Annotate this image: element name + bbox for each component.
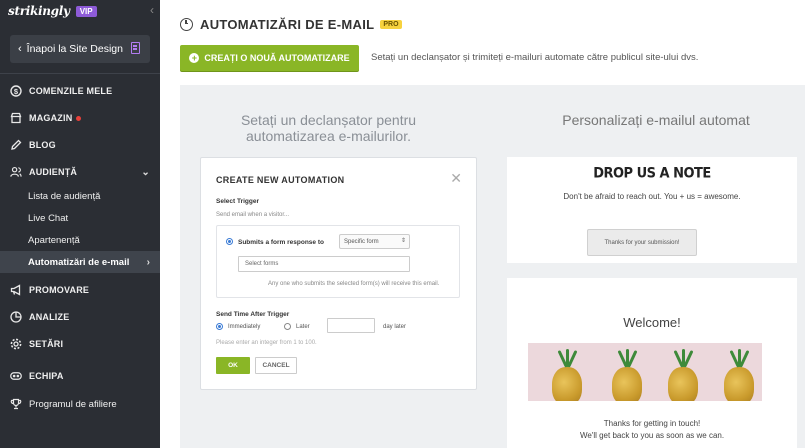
welcome-line-1: Thanks for getting in touch! [603,419,701,428]
sidebar-item-label: BLOG [29,140,56,150]
site-design-icon [131,42,140,54]
cancel-button[interactable]: CANCEL [255,357,297,374]
sidebar-item-blog[interactable]: BLOG [0,134,160,156]
forms-placeholder: Select forms [245,261,279,267]
create-automation-modal: CREATE NEW AUTOMATION ✕ Select Trigger S… [200,157,477,390]
send-when-hint: Send email when a visitor... [216,212,290,218]
trigger-box: Submits a form response to Specific form… [216,225,460,298]
create-automation-button[interactable]: + CREAȚI O NOUĂ AUTOMATIZARE [180,45,359,71]
sidebar-item-live-chat[interactable]: Live Chat [0,207,160,229]
sidebar-item-team[interactable]: ECHIPA [0,365,160,387]
customize-heading: Personalizați e-mailul automat [562,112,750,128]
sidebar-item-label: MAGAZIN [29,113,73,123]
sidebar-item-label: PROMOVARE [29,285,90,295]
ok-button[interactable]: OK [216,357,250,374]
create-description: Setați un declanșator și trimiteți e-mai… [371,52,699,63]
sidebar-item-label: AUDIENȚĂ [29,167,78,177]
sidebar-item-affiliate-program[interactable]: Programul de afiliere [0,393,160,415]
modal-title: CREATE NEW AUTOMATION [216,175,345,185]
form-response-label: Submits a form response to [238,239,324,246]
back-to-site-design-button[interactable]: ‹ Înapoi la Site Design [10,35,150,63]
sidebar-item-label: SETĂRI [29,339,64,349]
trigger-heading: Setați un declanșator pentru automatizar… [240,112,417,144]
sidebar-item-store[interactable]: MAGAZIN [0,107,160,129]
email-preview-note[interactable]: DROP US A NOTE Don't be afraid to reach … [507,157,797,263]
megaphone-icon [10,284,22,296]
later-radio[interactable] [284,323,291,330]
collapse-sidebar-icon[interactable]: ‹ [150,3,154,17]
submission-button: Thanks for your submission! [587,229,697,256]
trophy-icon [10,398,22,410]
plus-icon: + [189,53,200,63]
sidebar-item-label: COMENZILE MELE [29,86,113,96]
page-header: AUTOMATIZĂRI DE E-MAIL PRO [180,14,402,34]
sidebar-item-settings[interactable]: SETĂRI [0,333,160,355]
sidebar-item-label: Live Chat [28,212,69,224]
welcome-text: Thanks for getting in touch! We'll get b… [507,418,797,442]
note-subtitle: Don't be afraid to reach out. You + us =… [563,192,741,201]
days-later-label: day later [383,324,407,330]
note-title: DROP US A NOTE [593,165,711,182]
sidebar-item-label: Programul de afiliere [29,398,117,410]
welcome-line-2: We'll get back to you as soon as we can. [579,431,725,440]
select-arrows-icon: ⇕ [400,238,406,244]
chevron-right-icon: › [146,256,150,268]
email-preview-welcome[interactable]: Welcome! Thanks for getting in touch! We… [507,278,797,448]
sidebar-item-promotion[interactable]: PROMOVARE [0,279,160,301]
svg-text:$: $ [14,87,19,96]
sidebar-divider [0,73,160,74]
pie-chart-icon [10,311,22,323]
integer-hint: Please enter an integer from 1 to 100. [216,340,317,346]
sidebar-item-label: Apartenență [28,234,80,246]
logo-row: strikingly VIP ‹ [0,0,160,22]
create-automation-label: CREAȚI O NOUĂ AUTOMATIZARE [204,53,350,63]
sidebar: strikingly VIP ‹ ‹ Înapoi la Site Design… [0,0,160,448]
gear-icon [10,338,22,350]
sidebar-item-audience[interactable]: AUDIENȚĂ ⌄ [0,161,160,183]
pro-badge: PRO [380,19,402,29]
send-time-label: Send Time After Trigger [216,311,290,318]
welcome-title: Welcome! [623,315,681,330]
form-type-select[interactable]: Specific form ⇕ [339,234,410,249]
clock-icon [180,17,193,31]
sidebar-item-analytics[interactable]: ANALIZE [0,306,160,328]
days-later-input[interactable] [327,318,375,333]
chevron-down-icon: ⌄ [141,166,150,178]
select-trigger-label: Select Trigger [216,198,259,205]
later-label: Later [296,324,310,330]
immediately-radio[interactable] [216,323,223,330]
dollar-icon: $ [10,85,22,97]
form-response-radio[interactable] [226,238,233,245]
sidebar-item-audience-list[interactable]: Lista de audiență [0,185,160,207]
sidebar-item-email-automations[interactable]: Automatizări de e-mail › [0,251,160,273]
sidebar-item-label: ECHIPA [29,371,64,381]
sidebar-item-label: Lista de audiență [28,190,101,202]
chevron-left-icon: ‹ [18,43,22,55]
logo[interactable]: strikingly [8,4,70,18]
content-panel: Setați un declanșator pentru automatizar… [180,85,805,448]
sidebar-nav: $ COMENZILE MELE MAGAZIN BLOG AUDIENȚĂ ⌄ [0,80,160,415]
forms-input[interactable]: Select forms [238,256,410,272]
immediately-label: Immediately [228,324,261,330]
forms-hint: Any one who submits the selected form(s)… [268,281,440,287]
sidebar-item-label: Automatizări de e-mail [28,256,130,268]
sidebar-item-label: ANALIZE [29,312,70,322]
sidebar-item-my-orders[interactable]: $ COMENZILE MELE [0,80,160,102]
page-title: AUTOMATIZĂRI DE E-MAIL [200,16,375,32]
pineapples-image [528,343,762,401]
back-label: Înapoi la Site Design [26,43,123,55]
team-icon [10,370,22,382]
select-value: Specific form [344,238,379,245]
store-icon [10,112,22,124]
sidebar-item-membership[interactable]: Apartenență [0,229,160,251]
vip-badge: VIP [75,5,97,17]
users-icon [10,166,22,178]
notification-dot [76,115,82,121]
pen-icon [10,139,22,151]
close-icon[interactable]: ✕ [450,170,462,187]
